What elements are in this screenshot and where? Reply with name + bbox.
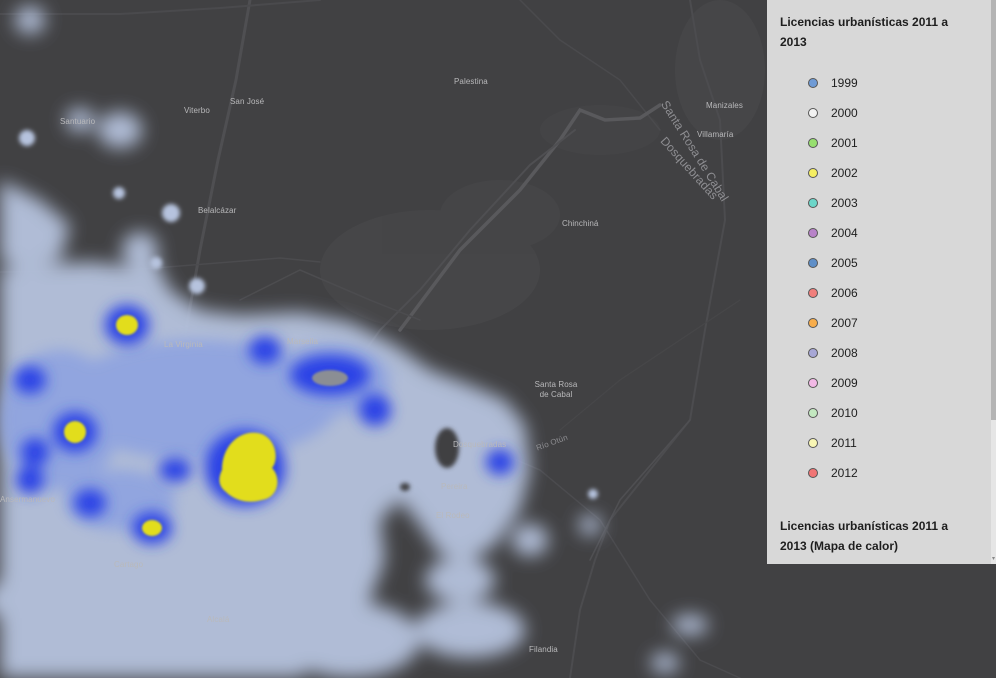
legend-item-label: 2004 [831, 226, 858, 240]
legend-scrollbar[interactable]: ▾ [991, 0, 996, 564]
place-label: Ansermanuevo [0, 495, 56, 504]
legend-swatch-icon [808, 318, 818, 328]
legend-item-2004: 2004 [780, 218, 978, 248]
scroll-down-arrow-icon[interactable]: ▾ [991, 556, 996, 562]
legend-list: 1999 2000 2001 2002 2003 2004 2005 2006 2007 2008… [780, 68, 978, 488]
place-label: San José [230, 97, 265, 106]
legend-swatch-icon [808, 258, 818, 268]
legend-item-label: 1999 [831, 76, 858, 90]
legend-item-2007: 2007 [780, 308, 978, 338]
place-label: Filandia [529, 645, 558, 654]
place-label: Dosquebradas [453, 440, 507, 449]
legend-swatch-icon [808, 408, 818, 418]
legend-item-label: 2008 [831, 346, 858, 360]
place-label: Alcalá [207, 615, 230, 624]
legend-item-label: 2010 [831, 406, 858, 420]
place-label: Marsella [287, 337, 319, 346]
place-label: Santuario [60, 117, 96, 126]
place-label: Palestina [454, 77, 488, 86]
legend-item-2010: 2010 [780, 398, 978, 428]
legend-panel: Licencias urbanísticas 2011 a 2013 1999 2… [767, 0, 991, 564]
legend-item-2008: 2008 [780, 338, 978, 368]
legend-item-2001: 2001 [780, 128, 978, 158]
legend-item-label: 2012 [831, 466, 858, 480]
legend-item-2000: 2000 [780, 98, 978, 128]
legend-item-label: 2006 [831, 286, 858, 300]
place-label: Santa Rosa de Cabal [534, 380, 578, 399]
legend-swatch-icon [808, 228, 818, 238]
legend-item-2002: 2002 [780, 158, 978, 188]
legend-swatch-icon [808, 138, 818, 148]
legend-item-label: 2009 [831, 376, 858, 390]
legend-item-label: 2003 [831, 196, 858, 210]
legend-swatch-icon [808, 78, 818, 88]
place-label: Viterbo [184, 106, 210, 115]
legend-item-2005: 2005 [780, 248, 978, 278]
legend-item-label: 2002 [831, 166, 858, 180]
legend-item-label: 2007 [831, 316, 858, 330]
place-label: Belalcázar [198, 206, 237, 215]
legend-item-2011: 2011 [780, 428, 978, 458]
legend-item-1999: 1999 [780, 68, 978, 98]
legend-item-2006: 2006 [780, 278, 978, 308]
place-label: Manizales [706, 101, 743, 110]
place-label: La Virginia [164, 340, 203, 349]
heatmap-legend-title: Licencias urbanísticas 2011 a 2013 (Mapa… [780, 519, 949, 553]
legend-swatch-icon [808, 168, 818, 178]
legend-swatch-icon [808, 378, 818, 388]
legend-item-label: 2011 [831, 436, 857, 450]
legend-item-2009: 2009 [780, 368, 978, 398]
place-label: El Rodeo [436, 511, 470, 520]
legend-item-label: 2001 [831, 136, 858, 150]
place-label: Villamaría [697, 130, 734, 139]
legend-swatch-icon [808, 198, 818, 208]
legend-title: Licencias urbanísticas 2011 a 2013 [780, 15, 949, 49]
place-label: Cartago [114, 560, 144, 569]
scrollbar-thumb[interactable] [991, 0, 996, 420]
place-label: Chinchiná [562, 219, 599, 228]
place-label: Pereira [441, 482, 468, 491]
legend-swatch-icon [808, 438, 818, 448]
legend-swatch-icon [808, 348, 818, 358]
legend-swatch-icon [808, 468, 818, 478]
legend-item-label: 2000 [831, 106, 858, 120]
legend-item-2012: 2012 [780, 458, 978, 488]
legend-item-label: 2005 [831, 256, 858, 270]
legend-swatch-icon [808, 288, 818, 298]
legend-item-2003: 2003 [780, 188, 978, 218]
legend-swatch-icon [808, 108, 818, 118]
